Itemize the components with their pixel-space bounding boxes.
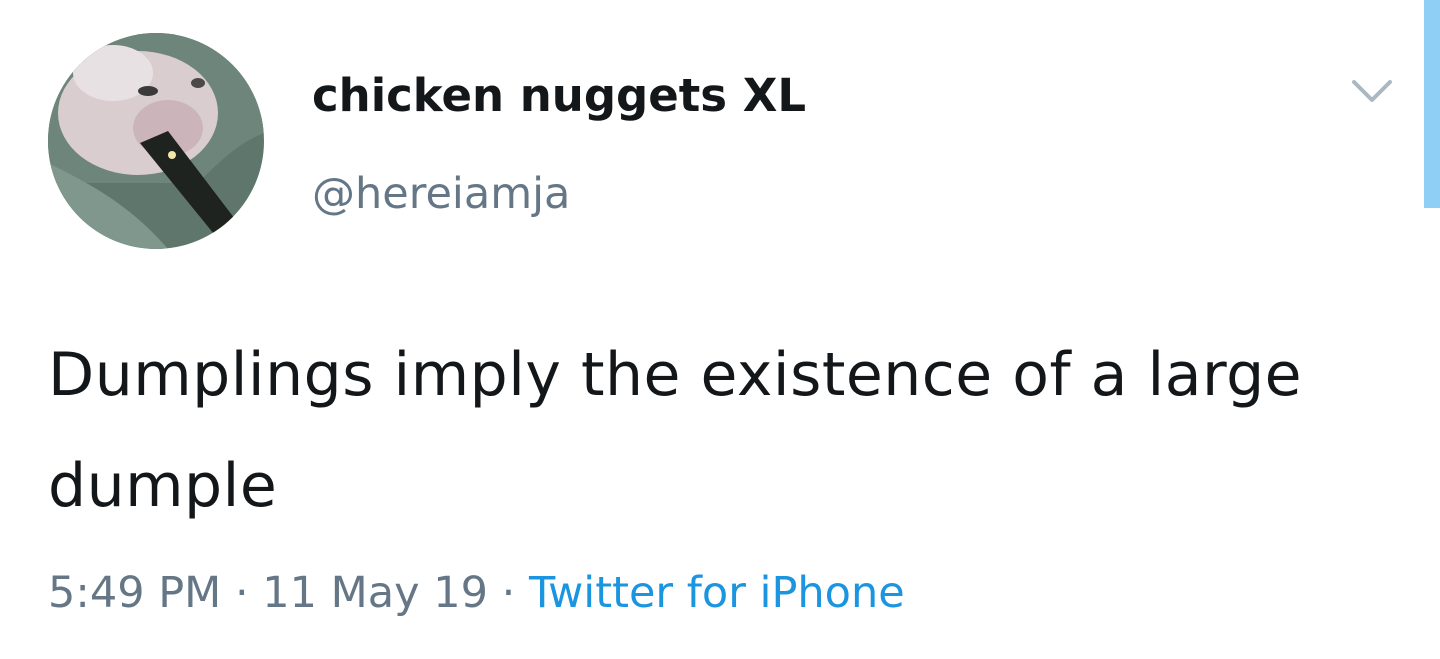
user-handle[interactable]: @hereiamja [312,166,570,222]
chevron-down-icon[interactable] [1350,76,1394,106]
tweet-meta: 5:49 PM · 11 May 19 · Twitter for iPhone [48,562,905,624]
display-name[interactable]: chicken nuggets XL [312,66,806,126]
scroll-indicator[interactable] [1424,0,1440,208]
meta-separator: · [234,568,249,618]
cat-avatar-image [48,33,264,249]
tweet-text: Dumplings imply the existence of a large… [48,340,1303,521]
tweet-card: chicken nuggets XL @hereiamja Dumplings … [0,0,1440,659]
avatar[interactable] [48,33,264,249]
tweet-source-link[interactable]: Twitter for iPhone [529,568,905,618]
meta-separator: · [501,568,516,618]
tweet-time[interactable]: 5:49 PM [48,568,221,618]
tweet-date[interactable]: 11 May 19 [262,568,488,618]
